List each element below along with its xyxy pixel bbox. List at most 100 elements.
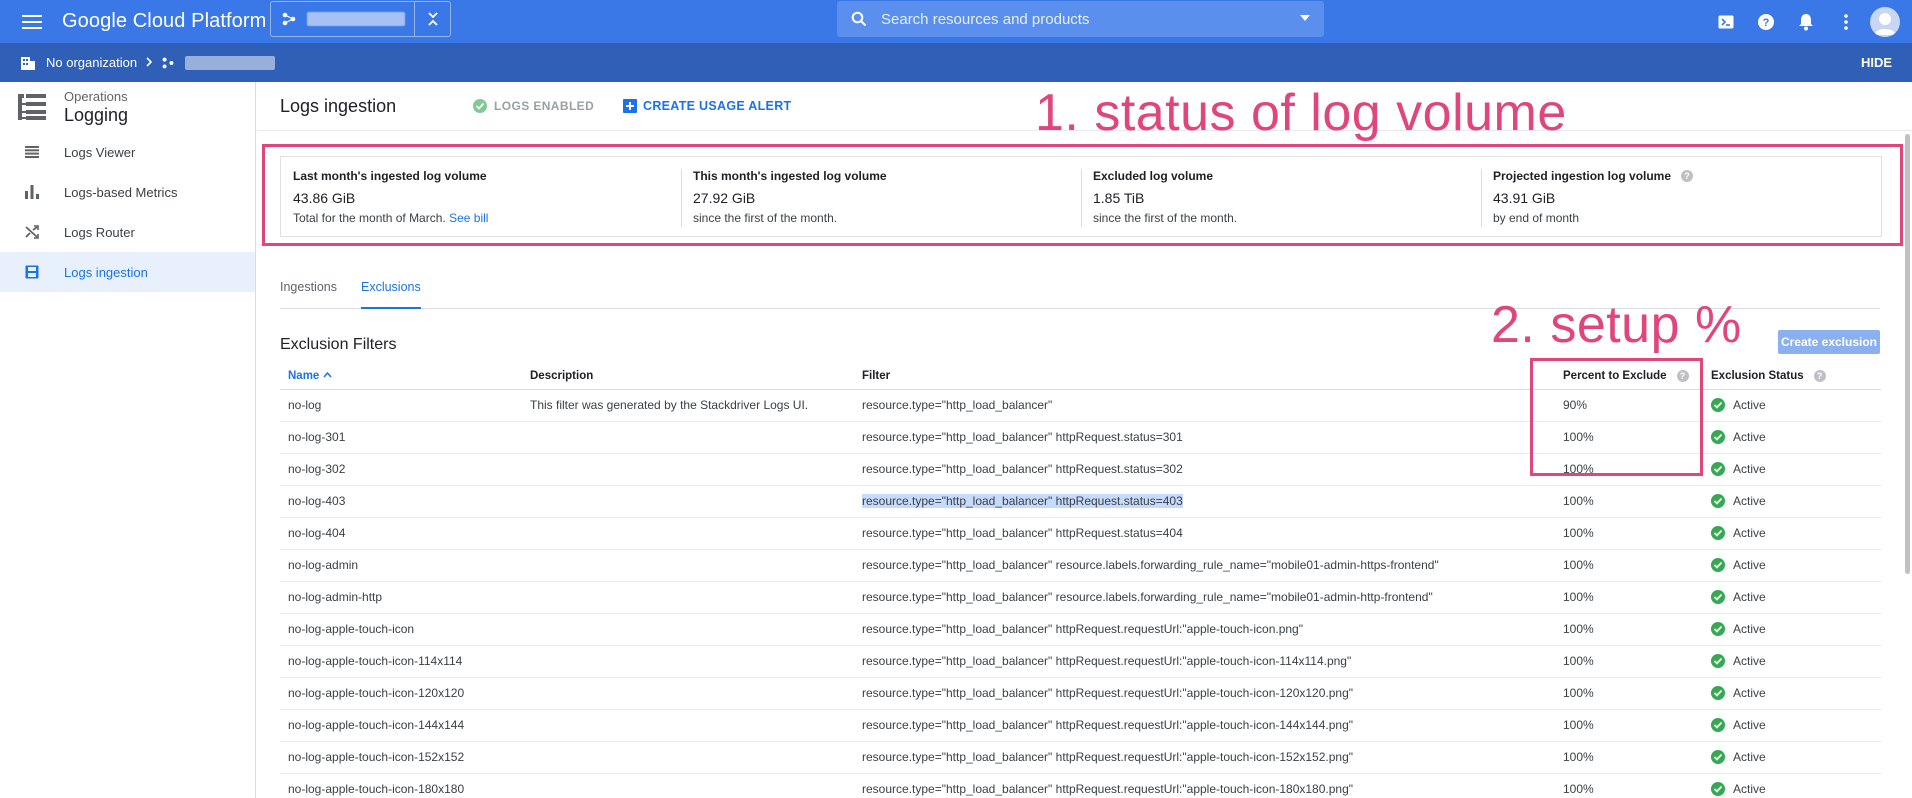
see-bill-link[interactable]: See bill xyxy=(449,211,488,225)
row-status-label: Active xyxy=(1733,590,1766,604)
check-circle-icon xyxy=(1711,654,1725,668)
row-name[interactable]: no-log-admin-http xyxy=(280,581,530,614)
table-row[interactable]: no-log-apple-touch-icon-114x114 resource.… xyxy=(280,645,1881,678)
table-row[interactable]: no-log-apple-touch-icon-144x144 resource.… xyxy=(280,709,1881,742)
row-name[interactable]: no-log-302 xyxy=(280,453,530,486)
help-icon[interactable]: ? xyxy=(1813,369,1826,382)
sidebar-item-logs-viewer[interactable]: Logs Viewer xyxy=(0,132,255,172)
row-description xyxy=(530,453,862,486)
row-status-label: Active xyxy=(1733,494,1766,508)
sidebar: Operations Logging Logs Viewer Logs-base… xyxy=(0,82,256,798)
row-name[interactable]: no-log-apple-touch-icon xyxy=(280,613,530,646)
check-circle-icon xyxy=(1711,686,1725,700)
sidebar-item-label: Logs Viewer xyxy=(64,144,136,160)
annotation-box-percent xyxy=(1530,358,1703,476)
row-name[interactable]: no-log-apple-touch-icon-120x120 xyxy=(280,677,530,710)
logs-enabled-label: LOGS ENABLED xyxy=(494,99,595,113)
search-dropdown-icon[interactable] xyxy=(1298,11,1312,30)
sidebar-item-logs-ingestion[interactable]: Logs ingestion xyxy=(0,252,255,292)
column-header-label: Exclusion Status xyxy=(1711,369,1804,382)
row-name[interactable]: no-log-apple-touch-icon-180x180 xyxy=(280,773,530,798)
row-name[interactable]: no-log-apple-touch-icon-114x114 xyxy=(280,645,530,678)
stat-sub: by end of month xyxy=(1493,211,1580,225)
table-row[interactable]: no-log-admin resource.type="http_load_bal… xyxy=(280,549,1881,582)
row-percent: 100% xyxy=(1563,517,1711,550)
row-status-label: Active xyxy=(1733,430,1766,444)
row-filter-text: resource.type="http_load_balancer" httpR… xyxy=(862,718,1354,732)
sort-arrow-up-icon xyxy=(322,371,332,378)
project-name-redacted xyxy=(307,12,405,26)
table-row[interactable]: no-log-403 resource.type="http_load_balan… xyxy=(280,485,1881,518)
row-status-label: Active xyxy=(1733,750,1766,764)
more-vert-icon[interactable] xyxy=(1826,2,1866,42)
row-filter: resource.type="http_load_balancer" httpR… xyxy=(862,613,1563,646)
row-filter: resource.type="http_load_balancer" httpR… xyxy=(862,677,1563,710)
table-row[interactable]: no-log-apple-touch-icon-180x180 resource.… xyxy=(280,773,1881,798)
table-row[interactable]: no-log-apple-touch-icon resource.type="ht… xyxy=(280,613,1881,646)
account-avatar[interactable] xyxy=(1870,6,1900,37)
create-exclusion-button[interactable]: Create exclusion xyxy=(1778,330,1880,354)
help-icon[interactable]: ? xyxy=(1746,2,1786,42)
sidebar-title: Logging xyxy=(64,104,129,125)
row-description xyxy=(530,517,862,550)
check-circle-icon xyxy=(1711,526,1725,540)
row-status-label: Active xyxy=(1733,462,1766,476)
row-status: Active xyxy=(1711,773,1881,798)
hide-button[interactable]: HIDE xyxy=(1861,55,1892,70)
search-bar[interactable] xyxy=(837,1,1324,37)
sidebar-item-logs-router[interactable]: Logs Router xyxy=(0,212,255,252)
create-usage-alert-button[interactable]: CREATE USAGE ALERT xyxy=(623,99,791,113)
row-filter: resource.type="http_load_balancer" httpR… xyxy=(862,645,1563,678)
tab-exclusions[interactable]: Exclusions xyxy=(360,278,421,309)
row-name[interactable]: no-log-403 xyxy=(280,485,530,518)
row-name[interactable]: no-log-admin xyxy=(280,549,530,582)
logs-enabled-status: LOGS ENABLED xyxy=(473,99,594,113)
cloud-shell-icon[interactable] xyxy=(1706,2,1746,42)
annotation-setup-percent: 2. setup % xyxy=(1491,296,1742,354)
stat-value: 27.92 GiB xyxy=(693,190,756,206)
check-circle-icon xyxy=(1711,462,1725,476)
help-icon[interactable]: ? xyxy=(1681,170,1694,182)
row-status: Active xyxy=(1711,645,1881,678)
chevron-right-icon xyxy=(145,55,153,70)
row-status-label: Active xyxy=(1733,654,1766,668)
unfold-more-icon[interactable] xyxy=(414,2,450,36)
organization-crumb[interactable]: No organization xyxy=(20,55,137,71)
column-header-status: Exclusion Status? xyxy=(1711,363,1881,390)
stat-sub: Total for the month of March. See bill xyxy=(293,211,669,225)
stat-label: This month's ingested log volume xyxy=(693,169,887,183)
notifications-bell-icon[interactable] xyxy=(1786,2,1826,42)
stat-excluded: Excluded log volume 1.85 TiB since the f… xyxy=(1081,157,1481,236)
row-filter: resource.type="http_load_balancer" httpR… xyxy=(862,517,1563,550)
search-icon xyxy=(837,11,881,27)
check-circle-icon xyxy=(1711,782,1725,796)
project-crumb[interactable] xyxy=(161,55,276,70)
table-row[interactable]: no-log-404 resource.type="http_load_balan… xyxy=(280,517,1881,550)
scrollbar-thumb[interactable] xyxy=(1905,134,1910,574)
row-name[interactable]: no-log-404 xyxy=(280,517,530,550)
row-filter: resource.type="http_load_balancer" httpR… xyxy=(862,709,1563,742)
row-name[interactable]: no-log xyxy=(280,389,530,422)
row-name[interactable]: no-log-apple-touch-icon-152x152 xyxy=(280,741,530,774)
sidebar-item-logs-based-metrics[interactable]: Logs-based Metrics xyxy=(0,172,255,212)
project-picker[interactable] xyxy=(270,1,451,37)
hamburger-menu-icon[interactable] xyxy=(16,6,48,38)
table-row[interactable]: no-log-apple-touch-icon-152x152 resource.… xyxy=(280,741,1881,774)
row-filter: resource.type="http_load_balancer" httpR… xyxy=(862,741,1563,774)
stat-label-text: Projected ingestion log volume xyxy=(1493,169,1672,183)
column-header-name[interactable]: Name xyxy=(280,363,530,390)
tab-ingestions[interactable]: Ingestions xyxy=(280,278,337,309)
row-filter-text: resource.type="http_load_balancer" httpR… xyxy=(862,782,1354,796)
brand-title[interactable]: Google Cloud Platform xyxy=(62,10,266,33)
table-row[interactable]: no-log-admin-http resource.type="http_loa… xyxy=(280,581,1881,614)
table-row[interactable]: no-log-apple-touch-icon-120x120 resource.… xyxy=(280,677,1881,710)
search-input[interactable] xyxy=(881,10,1271,28)
row-filter-text: resource.type="http_load_balancer" httpR… xyxy=(862,494,1183,508)
row-name[interactable]: no-log-apple-touch-icon-144x144 xyxy=(280,709,530,742)
check-circle-icon xyxy=(473,99,487,113)
row-name[interactable]: no-log-301 xyxy=(280,421,530,454)
row-filter-text: resource.type="http_load_balancer" resou… xyxy=(862,590,1433,604)
row-status: Active xyxy=(1711,453,1881,486)
row-filter-text: resource.type="http_load_balancer" httpR… xyxy=(862,526,1183,540)
scrollbar[interactable] xyxy=(1904,132,1912,798)
